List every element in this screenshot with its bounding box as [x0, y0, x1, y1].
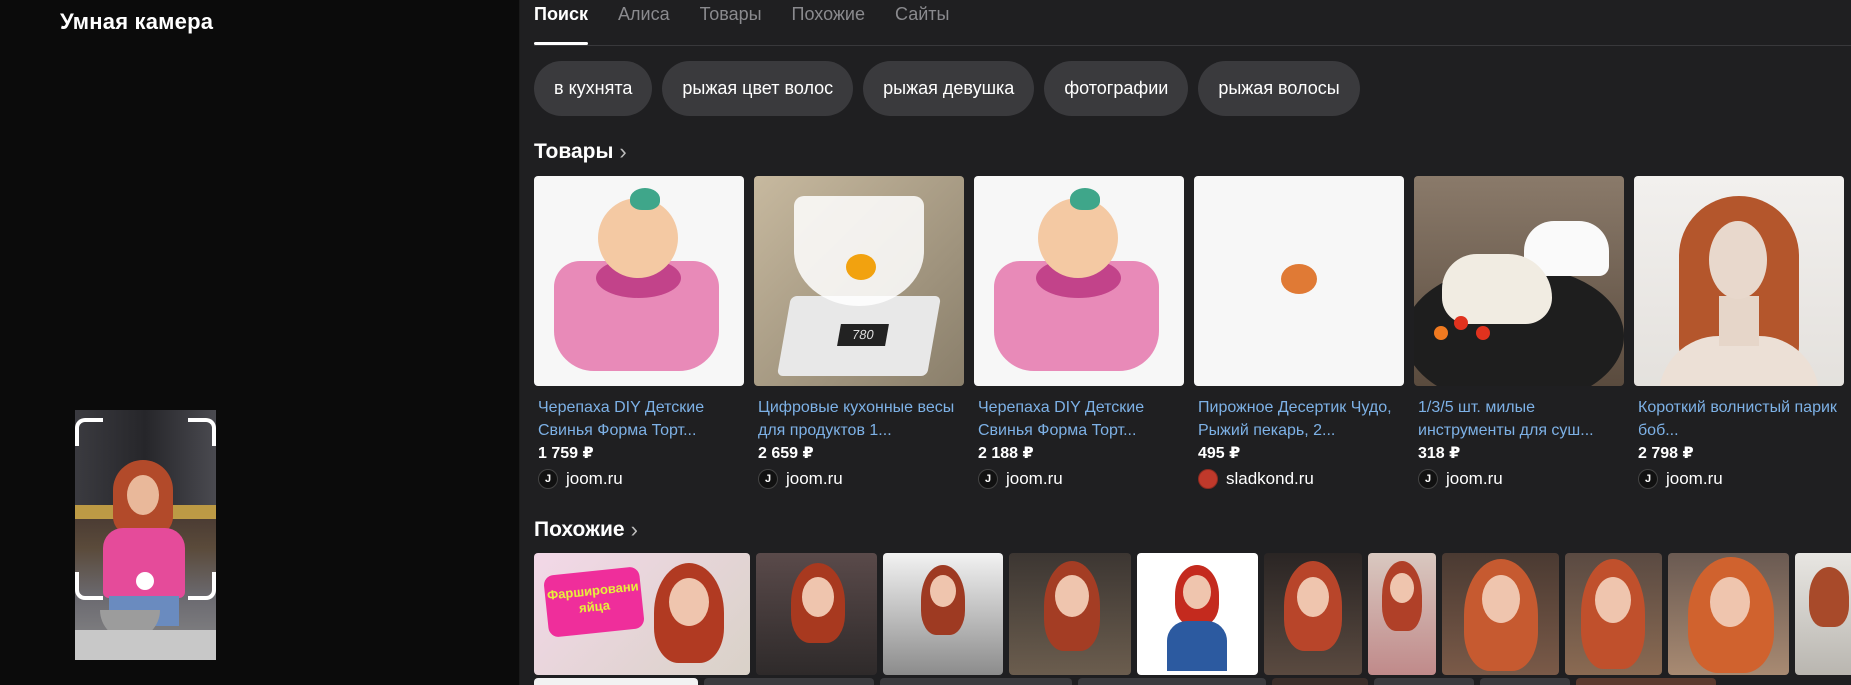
product-price: 2 659 ₽ [758, 445, 814, 462]
product-image[interactable] [974, 176, 1184, 386]
product-title[interactable]: Черепаха DIY Детские Свинья Форма Торт..… [974, 396, 1184, 442]
product-price: 495 ₽ [1198, 445, 1241, 462]
product-title[interactable]: Пирожное Десертик Чудо, Рыжий пекарь, 2.… [1194, 396, 1404, 442]
tab-search[interactable]: Поиск [534, 0, 589, 46]
similar-images-next-row [534, 678, 1716, 685]
joom-logo-icon: J [1638, 469, 1658, 489]
product-price: 2 188 ₽ [978, 445, 1034, 462]
product-store[interactable]: J joom.ru [754, 469, 964, 489]
bakery-logo-icon [1281, 264, 1317, 294]
crop-corner-bottom-right[interactable] [188, 572, 216, 600]
smart-camera-panel: Умная камера [0, 0, 520, 685]
product-card[interactable]: 780 Цифровые кухонные весы для продуктов… [754, 176, 964, 489]
product-title[interactable]: Черепаха DIY Детские Свинья Форма Торт..… [534, 396, 744, 442]
suggestion-chip[interactable]: рыжая девушка [863, 61, 1035, 116]
product-title[interactable]: Короткий волнистый парик боб... [1634, 396, 1844, 442]
product-image[interactable] [534, 176, 744, 386]
product-title[interactable]: 1/3/5 шт. милые инструменты для суш... [1414, 396, 1624, 442]
crop-corner-bottom-left[interactable] [75, 572, 103, 600]
product-title[interactable]: Цифровые кухонные весы для продуктов 1..… [754, 396, 964, 442]
product-image[interactable] [1414, 176, 1624, 386]
similar-image[interactable] [1264, 553, 1362, 675]
camera-viewfinder[interactable] [75, 410, 216, 660]
suggestion-chip[interactable]: фотографии [1044, 61, 1189, 116]
tab-products[interactable]: Товары [700, 0, 762, 46]
tabs-divider [534, 45, 1851, 46]
suggestion-chip[interactable]: рыжая цвет волос [662, 61, 854, 116]
product-card[interactable]: 1/3/5 шт. милые инструменты для суш... 3… [1414, 176, 1624, 489]
tab-similar[interactable]: Похожие [792, 0, 865, 46]
crop-corner-top-right[interactable] [188, 418, 216, 446]
product-price: 1 759 ₽ [538, 445, 594, 462]
similar-image[interactable]: Фаршировани яйца [534, 553, 750, 675]
store-name: joom.ru [566, 469, 623, 488]
store-name: sladkond.ru [1226, 469, 1314, 488]
product-image[interactable]: 780 [754, 176, 964, 386]
chevron-right-icon: › [630, 517, 638, 542]
similar-image[interactable] [756, 553, 877, 675]
tab-sites[interactable]: Сайты [895, 0, 949, 46]
product-store[interactable]: J joom.ru [974, 469, 1184, 489]
camera-source-image [75, 410, 216, 660]
product-store[interactable]: J joom.ru [1414, 469, 1624, 489]
product-price: 2 798 ₽ [1638, 445, 1694, 462]
product-store[interactable]: sladkond.ru [1194, 469, 1404, 489]
product-card[interactable]: Черепаха DIY Детские Свинья Форма Торт..… [534, 176, 744, 489]
product-price: 318 ₽ [1418, 445, 1461, 462]
similar-image[interactable] [1009, 553, 1131, 675]
results-panel: Поиск Алиса Товары Похожие Сайты в кухня… [520, 0, 1851, 685]
store-name: joom.ru [1006, 469, 1063, 488]
chevron-right-icon: › [619, 139, 627, 164]
joom-logo-icon: J [538, 469, 558, 489]
store-name: joom.ru [1666, 469, 1723, 488]
store-name: joom.ru [786, 469, 843, 488]
similar-image[interactable] [1368, 553, 1436, 675]
similar-images-row: Фаршировани яйца [534, 553, 1851, 675]
sladkond-logo-icon [1198, 469, 1218, 489]
query-suggestion-chips: в кухнята рыжая цвет волос рыжая девушка… [534, 61, 1360, 116]
tab-alice[interactable]: Алиса [618, 0, 670, 46]
search-tabs: Поиск Алиса Товары Похожие Сайты [534, 0, 949, 46]
joom-logo-icon: J [1418, 469, 1438, 489]
suggestion-chip[interactable]: рыжая волосы [1198, 61, 1360, 116]
crop-corner-top-left[interactable] [75, 418, 103, 446]
similar-section-title: Похожие [534, 518, 625, 541]
focus-point-handle[interactable] [136, 572, 154, 590]
similar-section-header[interactable]: Похожие › [534, 517, 638, 543]
product-store[interactable]: J joom.ru [1634, 469, 1844, 489]
joom-logo-icon: J [758, 469, 778, 489]
similar-image[interactable] [1668, 553, 1789, 675]
scale-display: 780 [837, 324, 889, 346]
product-card[interactable]: Черепаха DIY Детские Свинья Форма Торт..… [974, 176, 1184, 489]
similar-image[interactable] [1137, 553, 1258, 675]
products-section-title: Товары [534, 140, 614, 163]
product-card[interactable]: Пирожное Десертик Чудо, Рыжий пекарь, 2.… [1194, 176, 1404, 489]
similar-image[interactable] [1795, 553, 1851, 675]
similar-image[interactable] [1565, 553, 1662, 675]
suggestion-chip[interactable]: в кухнята [534, 61, 653, 116]
product-image[interactable] [1194, 176, 1404, 386]
similar-image[interactable] [1442, 553, 1559, 675]
camera-title: Умная камера [60, 9, 214, 34]
joom-logo-icon: J [978, 469, 998, 489]
product-store[interactable]: J joom.ru [534, 469, 744, 489]
products-section-header[interactable]: Товары › [534, 139, 627, 165]
similar-image[interactable] [883, 553, 1003, 675]
products-carousel: Черепаха DIY Детские Свинья Форма Торт..… [534, 176, 1844, 489]
store-name: joom.ru [1446, 469, 1503, 488]
product-image[interactable] [1634, 176, 1844, 386]
product-card[interactable]: Короткий волнистый парик боб... 2 798 ₽ … [1634, 176, 1844, 489]
similar-image-caption: Фаршировани яйца [543, 566, 645, 638]
